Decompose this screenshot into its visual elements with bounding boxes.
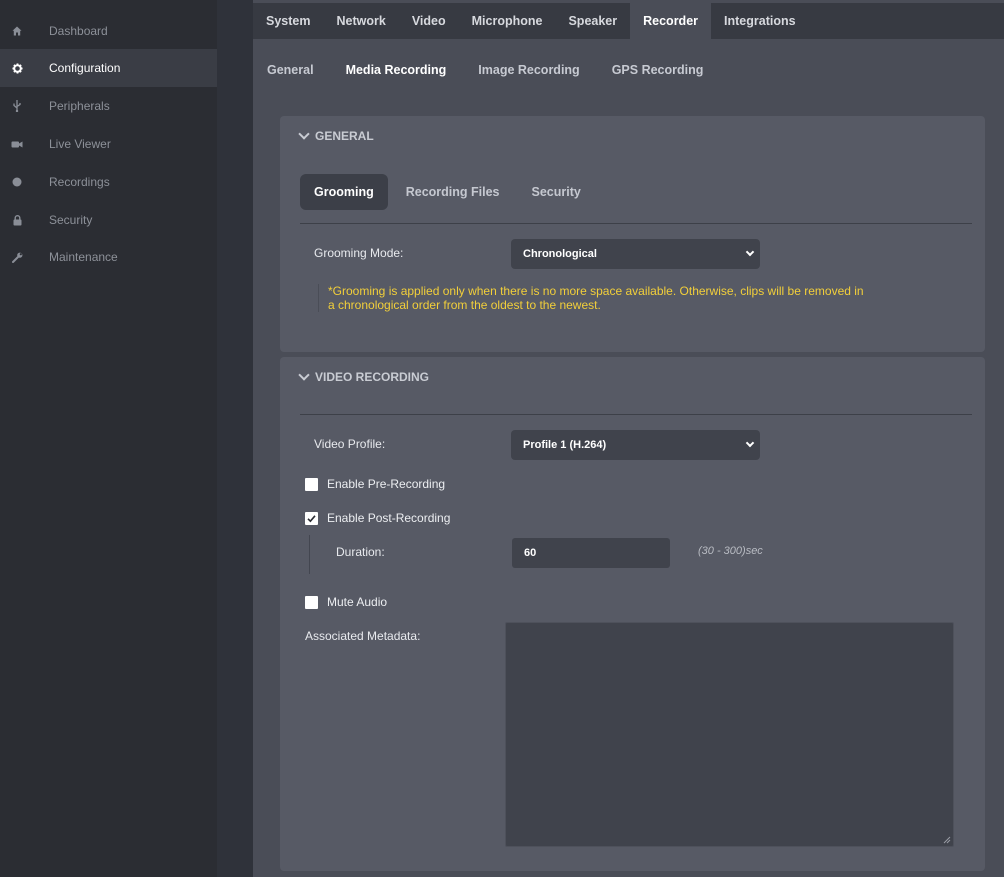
general-inner-tabs: Grooming Recording Files Security xyxy=(300,174,599,210)
grooming-note-line2: a chronological order from the oldest to… xyxy=(328,298,601,312)
general-section-title: GENERAL xyxy=(315,129,374,143)
sidebar-item-label: Configuration xyxy=(49,61,121,75)
usb-icon xyxy=(10,99,24,113)
grooming-note-line1: *Grooming is applied only when there is … xyxy=(328,284,864,298)
divider xyxy=(300,223,972,224)
associated-metadata-label: Associated Metadata: xyxy=(305,629,421,643)
pre-recording-label: Enable Pre-Recording xyxy=(327,477,446,491)
video-profile-value: Profile 1 (H.264) xyxy=(523,439,607,451)
tab-integrations[interactable]: Integrations xyxy=(711,3,809,39)
post-recording-row[interactable]: Enable Post-Recording xyxy=(305,511,450,525)
gear-icon xyxy=(10,61,24,75)
tab-grooming[interactable]: Grooming xyxy=(300,174,388,210)
sidebar-item-label: Security xyxy=(49,213,93,227)
tab-video[interactable]: Video xyxy=(399,3,459,39)
general-panel: GENERAL Grooming Recording Files Securit… xyxy=(280,116,985,352)
duration-value: 60 xyxy=(524,547,537,559)
tab-system[interactable]: System xyxy=(253,3,323,39)
subtab-gps-recording[interactable]: GPS Recording xyxy=(612,56,704,84)
subtab-image-recording[interactable]: Image Recording xyxy=(478,56,579,84)
checkmark-icon xyxy=(307,514,316,522)
tab-security[interactable]: Security xyxy=(518,174,595,210)
video-recording-section-header[interactable]: VIDEO RECORDING xyxy=(298,369,430,384)
post-recording-label: Enable Post-Recording xyxy=(327,511,451,525)
sidebar-item-label: Live Viewer xyxy=(49,137,111,151)
video-profile-label: Video Profile: xyxy=(314,437,386,451)
record-icon xyxy=(10,175,24,189)
gutter xyxy=(217,0,253,877)
subtab-media-recording[interactable]: Media Recording xyxy=(346,56,447,84)
grooming-mode-label: Grooming Mode: xyxy=(314,246,404,260)
video-profile-select[interactable]: Profile 1 (H.264) xyxy=(511,430,760,460)
sidebar-item-recordings[interactable]: Recordings xyxy=(0,163,217,201)
sidebar-item-maintenance[interactable]: Maintenance xyxy=(0,238,217,276)
video-recording-panel: VIDEO RECORDING Video Profile: Profile 1… xyxy=(280,357,985,871)
sidebar-item-dashboard[interactable]: Dashboard xyxy=(0,12,217,50)
sidebar-item-label: Dashboard xyxy=(49,24,108,38)
sidebar-item-peripherals[interactable]: Peripherals xyxy=(0,87,217,125)
sidebar: Dashboard Configuration Peripherals Live… xyxy=(0,0,217,877)
sidebar-item-label: Recordings xyxy=(49,175,110,189)
sidebar-item-live-viewer[interactable]: Live Viewer xyxy=(0,125,217,163)
indent-guide xyxy=(309,535,310,574)
sub-tab-bar: General Media Recording Image Recording … xyxy=(267,56,735,84)
tab-speaker[interactable]: Speaker xyxy=(555,3,630,39)
wrench-icon xyxy=(10,250,24,264)
video-recording-section-title: VIDEO RECORDING xyxy=(315,370,430,384)
post-recording-checkbox[interactable] xyxy=(305,511,318,525)
subtab-general[interactable]: General xyxy=(267,56,314,84)
tab-recorder[interactable]: Recorder xyxy=(630,3,712,39)
camera-icon xyxy=(10,137,24,151)
tab-microphone[interactable]: Microphone xyxy=(459,3,556,39)
pre-recording-checkbox[interactable] xyxy=(305,477,318,491)
chevron-down-icon xyxy=(298,128,310,140)
resize-handle-icon[interactable] xyxy=(943,836,951,844)
chevron-down-icon xyxy=(745,247,755,257)
duration-input[interactable]: 60 xyxy=(512,538,670,568)
mute-audio-row[interactable]: Mute Audio xyxy=(305,595,387,609)
general-section-header[interactable]: GENERAL xyxy=(298,128,374,143)
mute-audio-label: Mute Audio xyxy=(327,595,388,609)
top-tab-bar: System Network Video Microphone Speaker … xyxy=(253,3,1004,39)
tab-recording-files[interactable]: Recording Files xyxy=(392,174,514,210)
grooming-mode-select[interactable]: Chronological xyxy=(511,239,760,269)
sidebar-item-label: Maintenance xyxy=(49,250,118,264)
home-icon xyxy=(10,24,24,38)
divider xyxy=(300,414,972,415)
associated-metadata-textarea[interactable] xyxy=(505,622,954,847)
sidebar-item-label: Peripherals xyxy=(49,99,110,113)
duration-label: Duration: xyxy=(336,545,385,559)
sidebar-item-configuration[interactable]: Configuration xyxy=(0,49,217,87)
main-content: System Network Video Microphone Speaker … xyxy=(253,0,1004,877)
chevron-down-icon xyxy=(745,438,755,448)
lock-icon xyxy=(10,213,24,227)
pre-recording-row[interactable]: Enable Pre-Recording xyxy=(305,477,445,491)
duration-hint: (30 - 300)sec xyxy=(698,545,763,557)
sidebar-item-security[interactable]: Security xyxy=(0,201,217,239)
mute-audio-checkbox[interactable] xyxy=(305,595,318,609)
chevron-down-icon xyxy=(298,369,310,381)
grooming-mode-value: Chronological xyxy=(523,248,597,260)
grooming-note: *Grooming is applied only when there is … xyxy=(318,284,878,312)
tab-network[interactable]: Network xyxy=(323,3,398,39)
